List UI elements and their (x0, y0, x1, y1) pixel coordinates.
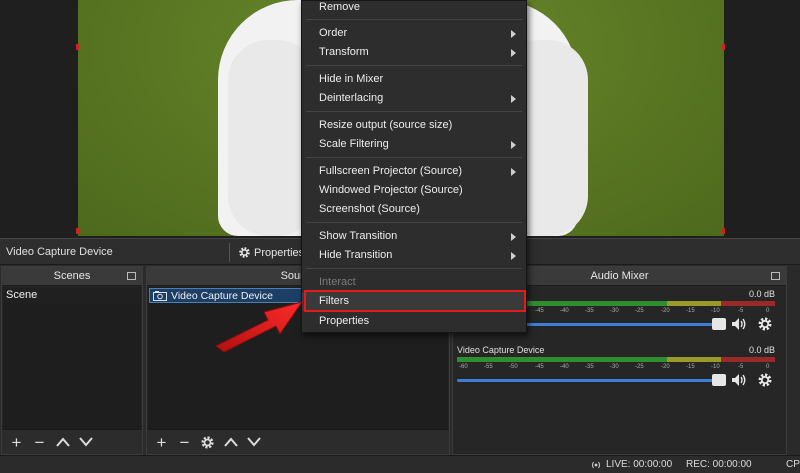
menu-item-resize-output[interactable]: Resize output (source size) (302, 116, 526, 135)
live-timer: LIVE: 00:00:00 (606, 459, 673, 470)
scenes-toolbar: + − (2, 429, 142, 454)
menu-separator (306, 19, 522, 20)
menu-item-windowed-projector[interactable]: Windowed Projector (Source) (302, 181, 526, 200)
menu-separator (306, 157, 522, 158)
gear-icon[interactable] (757, 316, 773, 332)
menu-item-show-transition[interactable]: Show Transition (302, 227, 526, 246)
menu-separator (306, 111, 522, 112)
add-scene-button[interactable]: + (8, 434, 25, 451)
menu-item-remove[interactable]: Remove (302, 0, 526, 17)
add-source-button[interactable]: + (153, 434, 170, 451)
scenes-dock: Scenes Scene + − (1, 266, 143, 455)
volume-meter (457, 357, 775, 362)
transform-handle-left-bottom[interactable] (76, 228, 79, 234)
menu-separator (306, 268, 522, 269)
submenu-arrow-icon (511, 168, 516, 176)
scenes-title: Scenes (53, 270, 91, 282)
submenu-arrow-icon (511, 233, 516, 241)
menu-item-hide-in-mixer[interactable]: Hide in Mixer (302, 70, 526, 89)
chevron-up-icon (223, 437, 238, 447)
mixer-channel-db: 0.0 dB (748, 289, 775, 299)
menu-item-interact: Interact (319, 276, 356, 288)
red-arrow-annotation (215, 301, 304, 353)
speaker-icon[interactable] (731, 372, 747, 388)
mixer-channel-db: 0.0 dB (748, 345, 775, 355)
properties-label: Properties (254, 246, 305, 259)
source-properties-button[interactable]: Properties (238, 244, 304, 261)
menu-item-transform[interactable]: Transform (302, 43, 526, 62)
audio-mixer-title: Audio Mixer (590, 270, 649, 282)
volume-slider-track[interactable] (457, 379, 719, 382)
menu-item-fullscreen-projector[interactable]: Fullscreen Projector (Source) (302, 162, 526, 181)
source-properties-toolbar-button[interactable] (199, 434, 216, 451)
live-status: LIVE: 00:00:00 (590, 459, 672, 470)
cpu-usage: CP (786, 459, 800, 470)
submenu-arrow-icon (511, 141, 516, 149)
volume-slider-handle[interactable] (712, 318, 726, 330)
selected-source-name: Video Capture Device (6, 246, 113, 258)
menu-item-screenshot[interactable]: Screenshot (Source) (302, 200, 526, 219)
submenu-arrow-icon (511, 252, 516, 260)
undock-icon[interactable] (127, 272, 136, 280)
chevron-down-icon (246, 437, 261, 447)
menu-item-scale-filtering[interactable]: Scale Filtering (302, 135, 526, 154)
undock-icon[interactable] (771, 272, 780, 280)
scene-item[interactable]: Scene (3, 287, 141, 303)
scenes-list: Scene (3, 287, 141, 429)
toolbar-divider (229, 243, 230, 262)
rec-timer: REC: 00:00:00 (686, 459, 752, 470)
move-source-down-button[interactable] (245, 434, 262, 451)
remove-scene-button[interactable]: − (31, 434, 48, 451)
move-scene-down-button[interactable] (77, 434, 94, 451)
move-scene-up-button[interactable] (54, 434, 71, 451)
meter-scale: -60 -55 -50 -45 -40 -35 -30 -25 -20 -15 … (459, 364, 770, 370)
camera-icon (153, 290, 167, 301)
mixer-channel-name: Video Capture Device (457, 345, 545, 355)
sources-toolbar: + − (147, 429, 449, 454)
broadcast-icon (592, 461, 600, 468)
menu-item-order[interactable]: Order (302, 24, 526, 43)
mixer-scrollbar[interactable] (788, 267, 799, 456)
gear-icon (201, 435, 214, 449)
chevron-down-icon (78, 437, 93, 447)
source-context-menu: Remove Order Transform Hide in Mixer Dei… (301, 0, 527, 333)
speaker-icon[interactable] (731, 316, 747, 332)
chevron-up-icon (55, 437, 70, 447)
menu-item-deinterlacing[interactable]: Deinterlacing (302, 89, 526, 108)
volume-slider-handle[interactable] (712, 374, 726, 386)
status-bar: LIVE: 00:00:00 REC: 00:00:00 CP (0, 455, 800, 473)
menu-item-properties[interactable]: Properties (302, 312, 526, 331)
submenu-arrow-icon (511, 95, 516, 103)
remove-source-button[interactable]: − (176, 434, 193, 451)
transform-handle-right-top[interactable] (722, 44, 725, 50)
scenes-dock-title: Scenes (2, 267, 142, 286)
submenu-arrow-icon (511, 30, 516, 38)
gear-icon (239, 247, 250, 258)
menu-separator (306, 222, 522, 223)
menu-item-hide-transition[interactable]: Hide Transition (302, 246, 526, 265)
submenu-arrow-icon (511, 49, 516, 57)
menu-item-filters[interactable]: Filters (302, 292, 526, 311)
gear-icon[interactable] (757, 372, 773, 388)
menu-separator (306, 65, 522, 66)
move-source-up-button[interactable] (222, 434, 239, 451)
transform-handle-right-bottom[interactable] (722, 228, 725, 234)
transform-handle-left-top[interactable] (76, 44, 79, 50)
